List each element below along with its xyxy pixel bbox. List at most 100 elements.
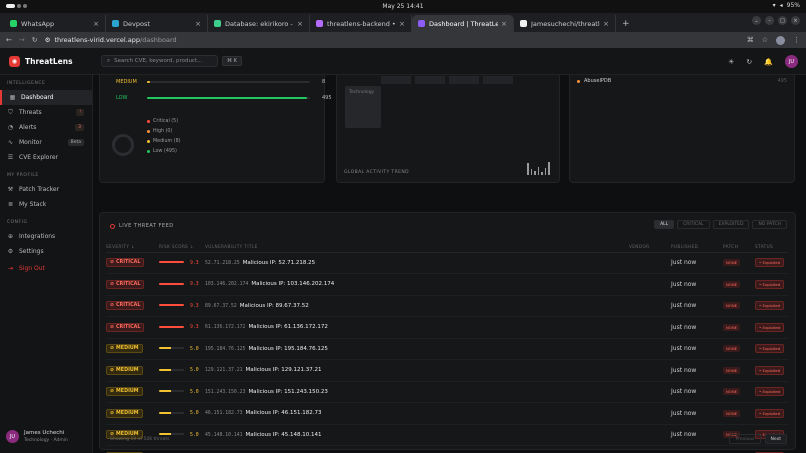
table-row[interactable]: ⊘ MEDIUM 5.0 45.148.10.141 Malicious IP: … bbox=[106, 424, 788, 446]
grid-icon: ▦ bbox=[9, 94, 16, 101]
table-row[interactable]: ⊘ MEDIUM 5.0 45.130.127.173Malicious IP:… bbox=[106, 445, 788, 453]
filter-exploited[interactable]: EXPLOITED bbox=[712, 220, 750, 229]
technology-tile[interactable]: Technology bbox=[345, 86, 381, 128]
browser-tab[interactable]: WhatsApp × bbox=[4, 15, 106, 32]
whatsapp-icon bbox=[10, 20, 17, 27]
wifi-icon[interactable]: ▾ bbox=[773, 2, 776, 9]
refresh-icon[interactable]: ↻ bbox=[746, 58, 752, 66]
risk-score: 5.0 bbox=[190, 389, 199, 395]
browser-tab[interactable]: threatlens-backend • V × bbox=[310, 15, 412, 32]
railway-icon bbox=[316, 20, 323, 27]
bookmark-star-icon[interactable]: ☆ bbox=[762, 36, 768, 44]
notifications-icon[interactable]: 🔔 bbox=[764, 58, 773, 66]
close-window-button[interactable]: × bbox=[791, 16, 800, 25]
back-icon[interactable]: ← bbox=[6, 36, 12, 44]
table-row[interactable]: ⊘ CRITICAL 9.3 89.67.37.52 Malicious IP: … bbox=[106, 295, 788, 317]
site-info-icon[interactable]: ⚙ bbox=[45, 36, 51, 44]
sign-out-button[interactable]: ⇥ Sign Out bbox=[0, 261, 92, 276]
table-row[interactable]: ⊘ MEDIUM 5.0 151.243.150.23 Malicious IP:… bbox=[106, 381, 788, 403]
status-badge: • Exploited bbox=[755, 365, 785, 375]
column-header[interactable]: STATUS bbox=[755, 242, 788, 253]
translate-icon[interactable]: ⌘ bbox=[747, 36, 754, 44]
column-header[interactable]: SEVERITY ↓ bbox=[106, 242, 159, 253]
table-row[interactable]: ⊘ MEDIUM 5.0 129.121.37.21 Malicious IP: … bbox=[106, 359, 788, 382]
reload-icon[interactable]: ↻ bbox=[32, 36, 38, 44]
published-time: Just now bbox=[671, 431, 697, 439]
close-tab-icon[interactable]: × bbox=[93, 20, 99, 28]
previous-page-button[interactable]: Previous bbox=[729, 434, 761, 444]
sidebar-item-dashboard[interactable]: ▦ Dashboard bbox=[0, 90, 92, 105]
status-badge: • Exploited bbox=[755, 301, 785, 311]
vulnerability-title[interactable]: Malicious IP: 46.151.182.73 bbox=[246, 410, 322, 416]
published-time: Just now bbox=[671, 280, 697, 288]
risk-bar bbox=[159, 261, 184, 264]
close-tab-icon[interactable]: × bbox=[195, 20, 201, 28]
close-tab-icon[interactable]: × bbox=[399, 20, 405, 28]
logout-icon: ⇥ bbox=[7, 265, 14, 272]
browser-tab[interactable]: Devpost × bbox=[106, 15, 208, 32]
browser-tab[interactable]: Database: ekirikoro - Up× bbox=[208, 15, 310, 32]
close-tab-icon[interactable]: × bbox=[603, 20, 609, 28]
shield-icon: ⛉ bbox=[8, 108, 13, 116]
vulnerability-title[interactable]: Malicious IP: 129.121.37.21 bbox=[246, 367, 322, 373]
sidebar-item-cve-explorer[interactable]: ☰ CVE Explorer bbox=[0, 150, 92, 165]
published-time: Just now bbox=[671, 366, 697, 374]
sidebar-item-settings[interactable]: ⚙ Settings bbox=[0, 244, 92, 259]
vulnerability-title[interactable]: Malicious IP: 45.148.10.141 bbox=[246, 432, 322, 438]
sidebar-item-patch-tracker[interactable]: ⚒ Patch Tracker bbox=[0, 182, 92, 197]
close-tab-icon[interactable]: × bbox=[501, 20, 507, 28]
tab-search-icon[interactable]: ⌄ bbox=[752, 16, 761, 25]
profile-icon[interactable] bbox=[776, 35, 785, 45]
column-header[interactable]: RISK SCORE ↓ bbox=[159, 242, 205, 253]
close-tab-icon[interactable]: × bbox=[297, 20, 303, 28]
column-header[interactable]: PATCH bbox=[723, 242, 755, 253]
severity-distribution-card: MEDIUM 8 LOW 495 Critical (5) High (0) M… bbox=[99, 75, 332, 183]
vulnerability-title[interactable]: Malicious IP: 61.136.172.172 bbox=[248, 324, 327, 330]
filter-all[interactable]: ALL bbox=[654, 220, 675, 229]
brand[interactable]: ◉ ThreatLens bbox=[0, 55, 93, 67]
browser-tab[interactable]: Jamesuchechi/threatle × bbox=[514, 15, 616, 32]
battery-level[interactable]: 95% bbox=[787, 2, 800, 9]
sidebar-item-my-stack[interactable]: ≣ My Stack bbox=[0, 197, 92, 212]
url-field[interactable]: ⚙ threatlens-virid.vercel.app/dashboard bbox=[45, 36, 740, 44]
table-row[interactable]: ⊘ CRITICAL 9.3 52.71.218.25 Malicious IP:… bbox=[106, 252, 788, 274]
risk-bar bbox=[159, 390, 184, 393]
vulnerability-title[interactable]: Malicious IP: 52.71.218.25 bbox=[243, 260, 315, 266]
column-header[interactable]: PUBLISHED bbox=[671, 242, 723, 253]
table-row[interactable]: ⊘ MEDIUM 5.0 46.151.182.73 Malicious IP: … bbox=[106, 402, 788, 425]
column-header[interactable]: VENDOR bbox=[629, 242, 671, 253]
sidebar-item-alerts[interactable]: ◔ Alerts 3 bbox=[0, 120, 92, 135]
table-row[interactable]: ⊘ CRITICAL 9.3 61.136.172.172 Malicious I… bbox=[106, 316, 788, 339]
vulnerability-title[interactable]: Malicious IP: 89.67.37.52 bbox=[240, 303, 309, 309]
next-page-button[interactable]: Next bbox=[764, 434, 787, 444]
table-row[interactable]: ⊘ MEDIUM 5.0 195.184.76.125 Malicious IP:… bbox=[106, 338, 788, 360]
user-avatar[interactable]: JU bbox=[785, 55, 798, 68]
filter-no-patch[interactable]: NO PATCH bbox=[752, 220, 787, 229]
nav-badge: Beta bbox=[67, 139, 84, 146]
sidebar-item-integrations[interactable]: ⊕ Integrations bbox=[0, 229, 92, 244]
vulnerability-title[interactable]: Malicious IP: 103.146.202.174 bbox=[251, 281, 334, 287]
new-tab-button[interactable]: + bbox=[616, 15, 636, 32]
sidebar-item-monitor[interactable]: ∿ Monitor Beta bbox=[0, 135, 92, 150]
maximize-button[interactable]: □ bbox=[778, 16, 787, 25]
risk-bar bbox=[159, 347, 184, 350]
severity-row-low: LOW 495 bbox=[116, 95, 332, 101]
sidebar-item-threats[interactable]: ⛉ Threats! bbox=[0, 105, 92, 120]
minimize-button[interactable]: – bbox=[765, 16, 774, 25]
browser-tab[interactable]: Dashboard | ThreatLens× bbox=[412, 15, 514, 32]
table-row[interactable]: ⊘ CRITICAL 9.3 103.146.202.174 Malicious … bbox=[106, 273, 788, 296]
user-profile[interactable]: JU James Uchechi Technology · Admin bbox=[6, 430, 68, 443]
layers-icon: ≣ bbox=[7, 201, 14, 208]
forward-icon[interactable]: → bbox=[19, 36, 25, 44]
volume-icon[interactable]: ◂ bbox=[780, 2, 783, 9]
search-input[interactable]: ⌕ Search CVE, keyword, product... bbox=[101, 55, 218, 67]
filter-critical[interactable]: CRITICAL bbox=[677, 220, 710, 229]
theme-toggle-icon[interactable]: ☀ bbox=[728, 58, 734, 66]
clock[interactable]: May 25 14:41 bbox=[382, 3, 423, 10]
vulnerability-title[interactable]: Malicious IP: 195.184.76.125 bbox=[248, 346, 327, 352]
workspace-indicator[interactable] bbox=[6, 4, 27, 8]
menu-kebab-icon[interactable]: ⋮ bbox=[793, 36, 800, 44]
vulnerability-title[interactable]: Malicious IP: 151.243.150.23 bbox=[248, 389, 327, 395]
column-header[interactable]: VULNERABILITY TITLE bbox=[205, 242, 629, 253]
patch-badge: NONE bbox=[723, 366, 741, 374]
